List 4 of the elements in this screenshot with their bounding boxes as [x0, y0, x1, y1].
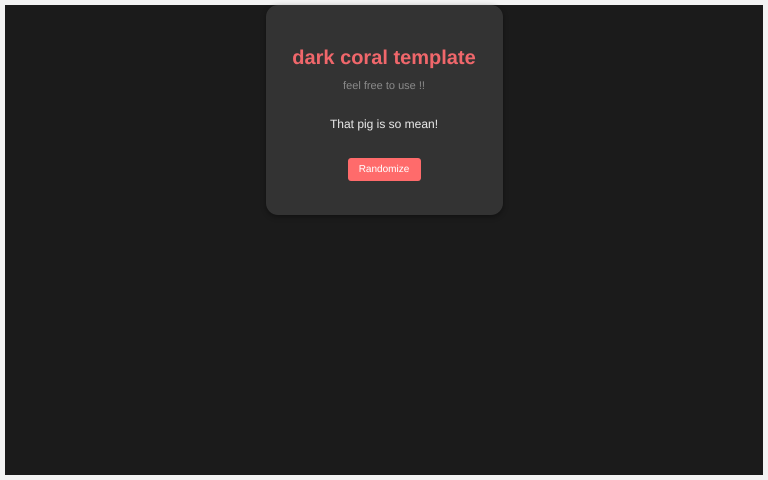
randomize-button[interactable]: Randomize [348, 158, 420, 181]
card-title: dark coral template [292, 47, 476, 69]
message-text: That pig is so mean! [330, 117, 438, 131]
card-subtitle: feel free to use !! [343, 79, 425, 93]
